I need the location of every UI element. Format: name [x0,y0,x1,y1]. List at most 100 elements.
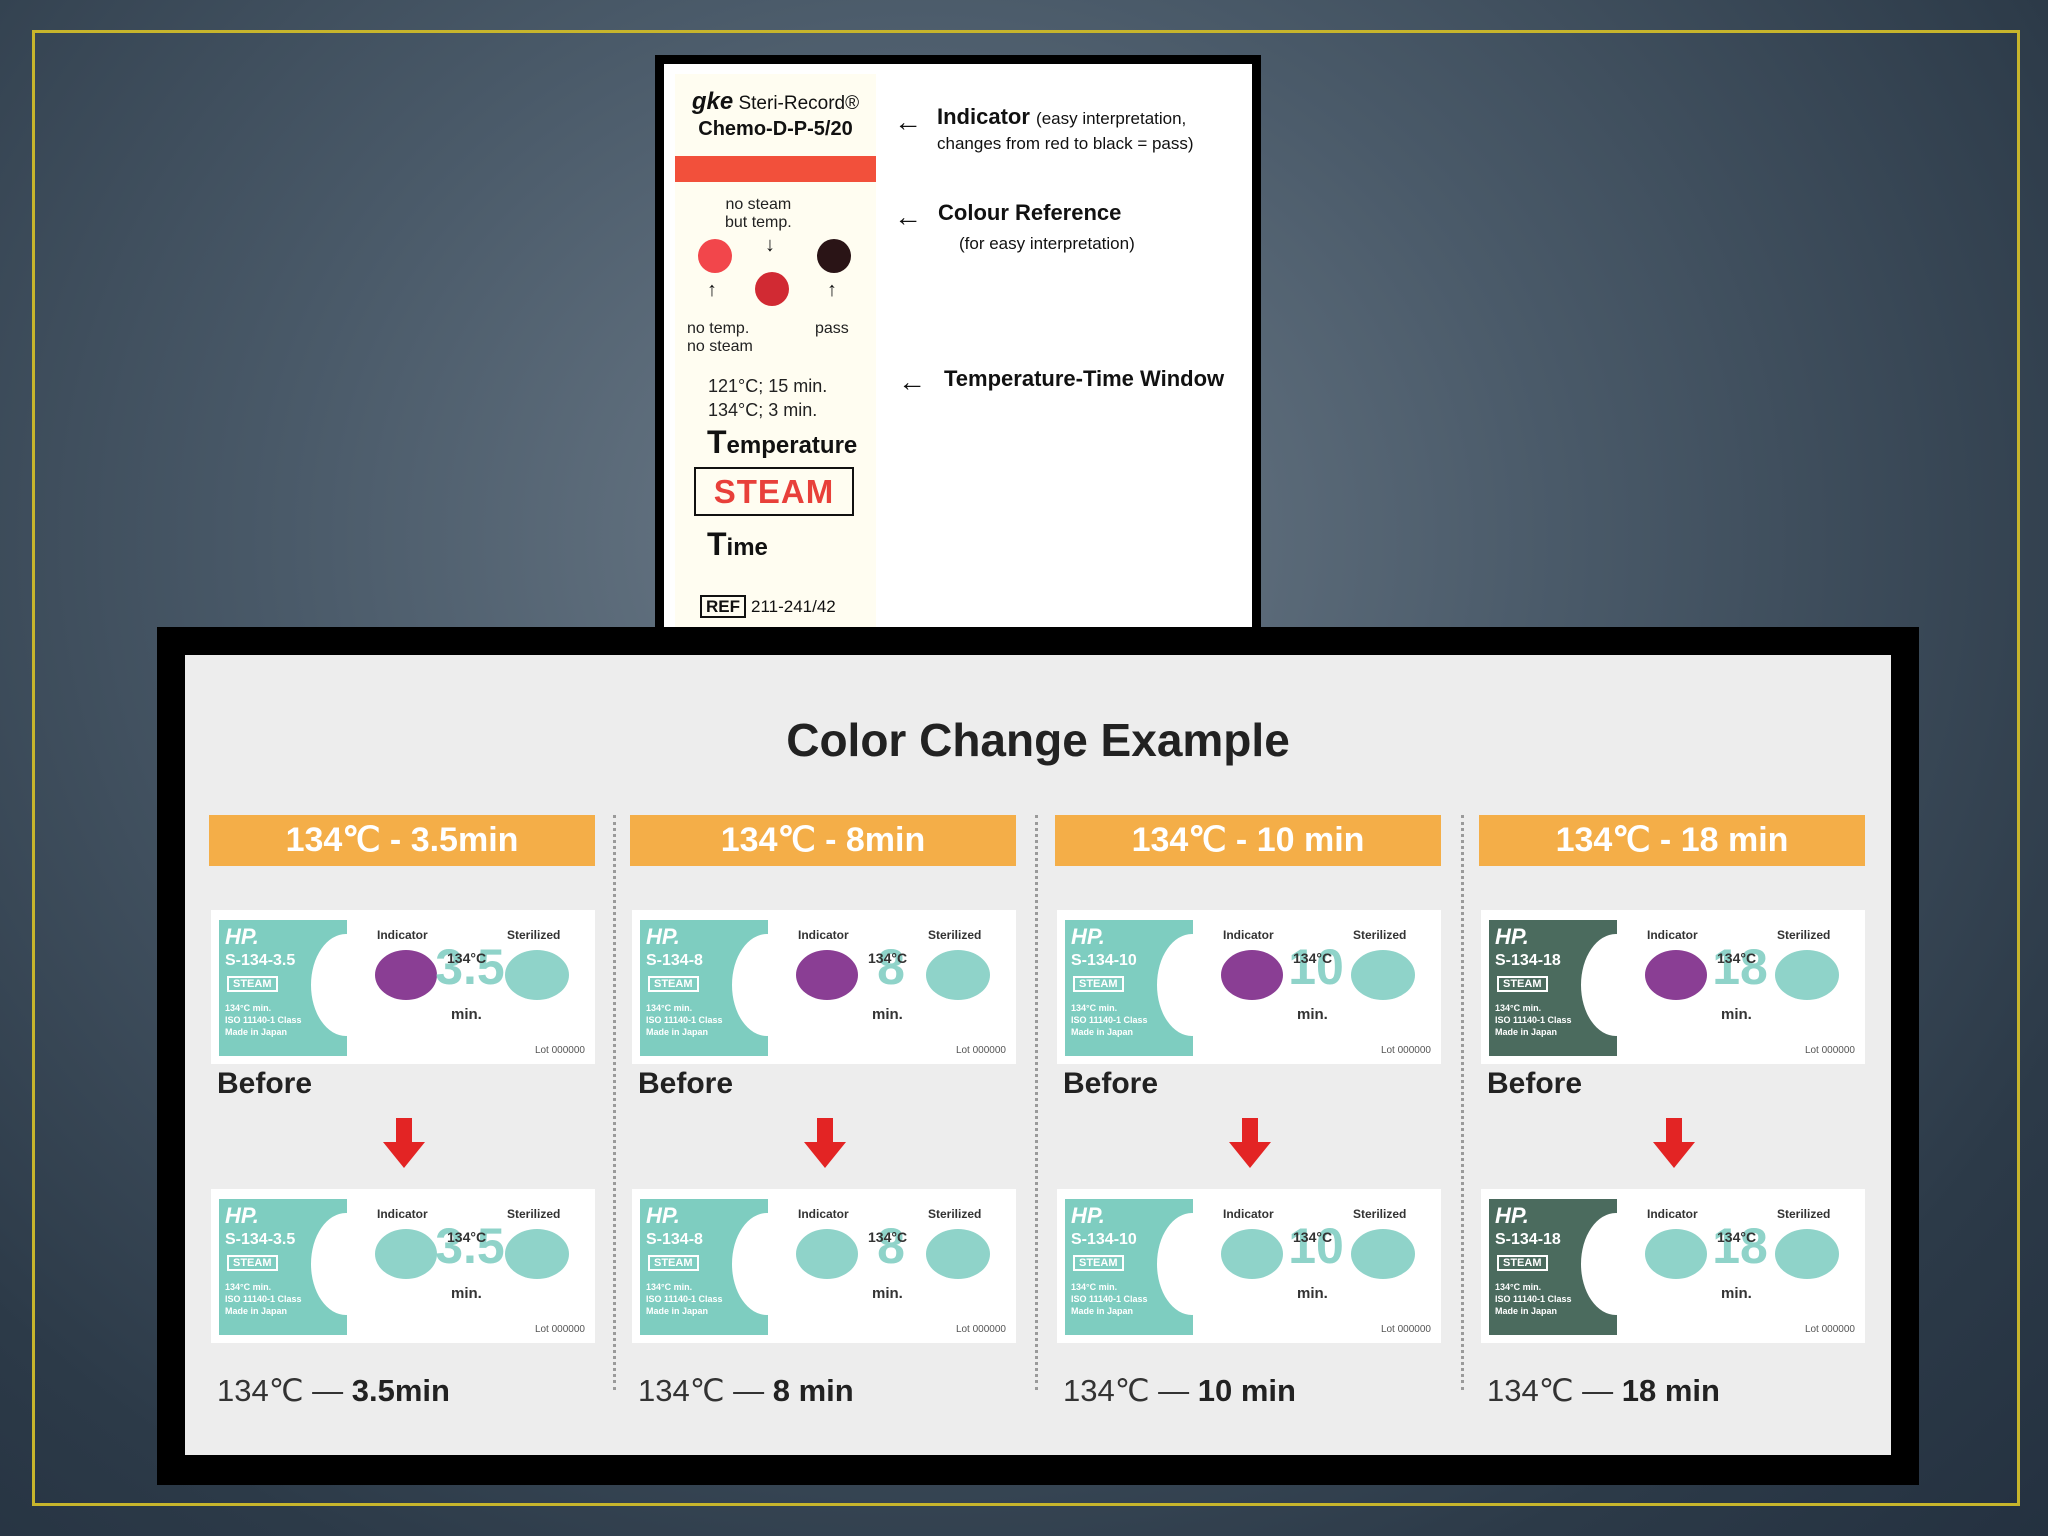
colour-ref-title: Colour Reference [938,200,1122,225]
indicator-label-before: HP. S-134-10 STEAM 134°C min. ISO 11140-1 C… [1057,910,1441,1064]
label-lot: Lot 000000 [1380,1045,1431,1056]
down-arrow-icon [383,1118,425,1168]
label-lot: Lot 000000 [955,1045,1006,1056]
label-code: S-134-18 [1495,1231,1561,1248]
down-arrow-shape [1229,1118,1271,1168]
indicator-label-after: HP. S-134-10 STEAM 134°C min. ISO 11140-1 C… [1057,1189,1441,1343]
column-header: 134℃ - 10 min [1055,815,1441,866]
label-fine-text: 134°C min. ISO 11140-1 Class Made in Jap… [225,1282,302,1316]
indicator-label-before: HP. S-134-8 STEAM 134°C min. ISO 11140-1 Cl… [632,910,1016,1064]
indicator-note-1: (easy interpretation, [1036,109,1187,128]
after-value: 3.5min [351,1373,450,1408]
label-lot: Lot 000000 [1804,1045,1855,1056]
indicator-strip: gke Steri-Record® Chemo-D-P-5/20 no stea… [675,74,876,635]
indicator-label-text: Indicator [1647,1207,1698,1221]
after-label: 134℃ — 10 min [1063,1373,1296,1409]
indicator-oval [1221,1229,1283,1279]
label-big-number: 10 [1288,939,1344,995]
label-big-number: 10 [1288,1218,1344,1274]
label-min: min. [872,1006,903,1023]
indicator-label-text: Indicator [1647,928,1698,942]
indicator-oval [375,1229,437,1279]
sterilized-label-text: Sterilized [928,1207,982,1221]
example-column: 134℃ - 3.5min HP. S-134-3.5 STEAM 134°C min.… [209,815,595,1435]
steam-box: STEAM [694,467,854,516]
down-arrow-icon [1229,1118,1271,1168]
label-big-number: 18 [1712,1218,1768,1274]
down-arrow-shape [804,1118,846,1168]
down-arrow-icon [1653,1118,1695,1168]
indicator-label-after: HP. S-134-8 STEAM 134°C min. ISO 11140-1 Cl… [632,1189,1016,1343]
label-code: S-134-10 [1071,1231,1137,1248]
after-label: 134℃ — 8 min [638,1373,854,1409]
sterilized-label-text: Sterilized [507,1207,561,1221]
pass-label: pass [815,320,849,337]
label-arc [1157,1213,1227,1315]
no-steam-but-temp-label: no steam but temp. [725,196,792,231]
indicator-label-text: Indicator [1223,928,1274,942]
sterilized-label-text: Sterilized [1353,928,1407,942]
label-code: S-134-3.5 [225,952,296,969]
indicator-label-text: Indicator [1223,1207,1274,1221]
label-steam-tag: STEAM [1073,976,1124,992]
hp-logo: HP. [1071,924,1105,949]
label-big-number: 8 [877,939,905,995]
after-prefix: 134℃ — [1063,1373,1198,1408]
label-steam-tag: STEAM [227,976,278,992]
label-lot: Lot 000000 [1804,1324,1855,1335]
example-column: 134℃ - 8min HP. S-134-8 STEAM 134°C min. ISO… [630,815,1016,1435]
indicator-label-text: Indicator [798,928,849,942]
label-fine-text: 134°C min. ISO 11140-1 Class Made in Jap… [646,1282,723,1316]
label-steam-tag: STEAM [648,976,699,992]
label-temp: 134°C [1717,950,1757,966]
indicator-arrow-icon: ← [894,106,922,137]
label-min: min. [1297,1285,1328,1302]
label-arc [732,934,802,1036]
sterilized-label-text: Sterilized [507,928,561,942]
label-big-number: 3.5 [435,1218,505,1274]
after-label: 134℃ — 18 min [1487,1373,1720,1409]
label-min: min. [1297,1006,1328,1023]
column-header: 134℃ - 18 min [1479,815,1865,866]
label-fine-text: 134°C min. ISO 11140-1 Class Made in Jap… [646,1003,723,1037]
before-label: Before [1063,1067,1159,1100]
hp-logo: HP. [1495,1203,1529,1228]
time-cap: T [707,526,727,562]
sterilized-oval [505,1229,569,1279]
label-fine-text: 134°C min. ISO 11140-1 Class Made in Jap… [225,1003,302,1037]
label-lot: Lot 000000 [534,1045,585,1056]
after-prefix: 134℃ — [1487,1373,1622,1408]
temperature-cap: T [707,424,727,460]
model-number: Chemo-D-P-5/20 [698,118,853,140]
hp-logo: HP. [646,924,680,949]
ref-line: REF 211-241/42 [700,595,836,618]
sterilized-oval [1351,950,1415,1000]
sterilized-oval [926,950,990,1000]
sterilized-label-text: Sterilized [1353,1207,1407,1221]
tt-window-arrow-icon: ← [898,366,926,397]
indicator-note-2: changes from red to black = pass) [937,134,1194,153]
label-code: S-134-8 [646,1231,703,1248]
after-prefix: 134℃ — [638,1373,773,1408]
label-steam-tag: STEAM [1073,1255,1124,1271]
time-rest: ime [726,534,768,561]
label-arc [732,1213,802,1315]
label-temp: 134°C [868,1229,908,1245]
column-header: 134℃ - 8min [630,815,1016,866]
indicator-bar [675,156,876,182]
indicator-label-text: Indicator [798,1207,849,1221]
colour-ref-arrow-icon: ← [894,201,922,232]
indicator-label-text: Indicator [377,1207,428,1221]
temp-time-line-2: 134°C; 3 min. [708,400,818,420]
no-temp-dot [698,239,732,273]
label-min: min. [872,1285,903,1302]
label-arc [1581,934,1651,1036]
label-code: S-134-10 [1071,952,1137,969]
sterilized-oval [505,950,569,1000]
hp-logo: HP. [225,1203,259,1228]
sterilized-label-text: Sterilized [1777,1207,1831,1221]
sterilized-label-text: Sterilized [928,928,982,942]
after-prefix: 134℃ — [217,1373,352,1408]
label-temp: 134°C [1293,950,1333,966]
up-arrow-icon: ↑ [827,279,837,301]
